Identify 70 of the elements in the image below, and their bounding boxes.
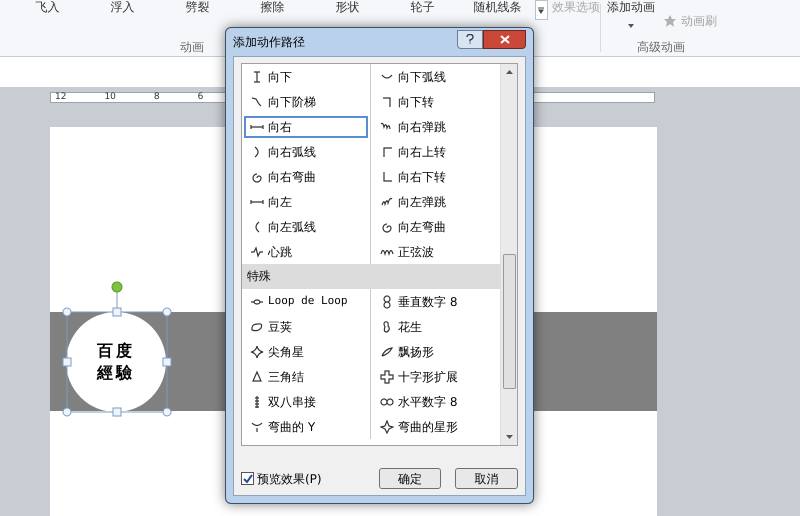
path-option[interactable]: 向右上转 xyxy=(374,140,498,162)
group-label: 高级动画 xyxy=(636,39,686,56)
path-icon xyxy=(250,244,264,258)
path-option[interactable]: 向右 xyxy=(244,116,368,138)
path-option[interactable]: 向下转 xyxy=(374,90,498,112)
path-icon xyxy=(380,420,394,434)
path-option[interactable]: 向右弧线 xyxy=(244,140,368,162)
path-option[interactable]: 正弦波 xyxy=(374,240,498,262)
path-option[interactable]: 向下 xyxy=(244,66,368,88)
path-option[interactable]: 花生 xyxy=(374,316,498,338)
path-option[interactable]: 尖角星 xyxy=(244,340,368,362)
path-option[interactable]: 弯曲的 Y xyxy=(244,416,368,438)
path-option[interactable]: 垂直数字 8 xyxy=(374,290,498,312)
slide-text: 經驗 xyxy=(97,362,135,384)
animation-option[interactable]: 劈裂 xyxy=(160,0,235,14)
ruler-label: 6 xyxy=(198,93,204,102)
path-option[interactable]: 弯曲的星形 xyxy=(374,416,498,438)
dialog-title: 添加动作路径 xyxy=(233,34,305,51)
path-option[interactable]: 豆荚 xyxy=(244,316,368,338)
path-option[interactable]: 向左弹跳 xyxy=(374,190,498,212)
ruler-label: 8 xyxy=(154,93,160,102)
scrollbar[interactable] xyxy=(500,64,517,445)
animation-option[interactable]: 轮子 xyxy=(384,0,460,14)
close-button[interactable] xyxy=(483,30,526,48)
help-icon xyxy=(466,34,474,44)
path-option[interactable]: 心跳 xyxy=(244,240,368,262)
path-option[interactable]: 向左 xyxy=(244,190,368,212)
scroll-up-icon xyxy=(506,70,512,74)
check-icon xyxy=(242,474,252,484)
path-icon xyxy=(380,344,394,358)
animation-option[interactable]: 形状 xyxy=(310,0,385,14)
scroll-thumb[interactable] xyxy=(502,254,516,389)
path-option[interactable]: 向下弧线 xyxy=(374,66,498,88)
animation-option[interactable]: 飞入 xyxy=(10,0,85,14)
path-option[interactable]: 向右弹跳 xyxy=(374,116,498,138)
close-icon xyxy=(500,34,510,44)
path-icon xyxy=(250,344,264,358)
preview-checkbox[interactable]: 预览效果(P) xyxy=(241,470,365,488)
section-header: 特殊 xyxy=(242,264,500,289)
ruler-label: 10 xyxy=(104,93,116,102)
path-option[interactable]: 水平数字 8 xyxy=(374,390,498,412)
path-icon xyxy=(250,420,264,434)
add-animation-button[interactable]: 添加动画 xyxy=(607,0,655,14)
path-option[interactable]: 向下阶梯 xyxy=(244,90,368,112)
dropdown-icon xyxy=(628,24,634,28)
path-option[interactable]: 双八串接 xyxy=(244,390,368,412)
dropdown-icon xyxy=(537,6,546,14)
star-brush-icon xyxy=(663,14,677,28)
path-option[interactable]: 向左弧线 xyxy=(244,216,368,238)
path-icon xyxy=(250,370,264,384)
slide-text: 百度 xyxy=(97,340,135,362)
path-icon xyxy=(250,94,264,108)
path-option[interactable]: 向左弯曲 xyxy=(374,216,498,238)
dialog-button[interactable]: 确定 xyxy=(378,468,442,489)
path-option[interactable]: Loop de Loop xyxy=(244,290,368,312)
path-option[interactable]: 向右弯曲 xyxy=(244,166,368,188)
ruler-label: 12 xyxy=(55,93,66,102)
path-option[interactable]: 飘扬形 xyxy=(374,340,498,362)
dialog-button[interactable]: 取消 xyxy=(455,468,518,489)
animation-option[interactable]: 浮入 xyxy=(84,0,160,14)
path-option[interactable]: 向右下转 xyxy=(374,166,498,188)
group-label: 动画 xyxy=(180,39,204,56)
gallery-more-button[interactable] xyxy=(534,0,548,20)
scroll-down-icon xyxy=(506,435,512,439)
path-icon xyxy=(380,370,394,384)
animation-option[interactable]: 随机线条 xyxy=(460,0,535,14)
help-button[interactable] xyxy=(457,30,483,48)
path-option[interactable]: 十字形扩展 xyxy=(374,366,498,388)
animation-option[interactable]: 擦除 xyxy=(234,0,310,14)
path-option[interactable]: 三角结 xyxy=(244,366,368,388)
